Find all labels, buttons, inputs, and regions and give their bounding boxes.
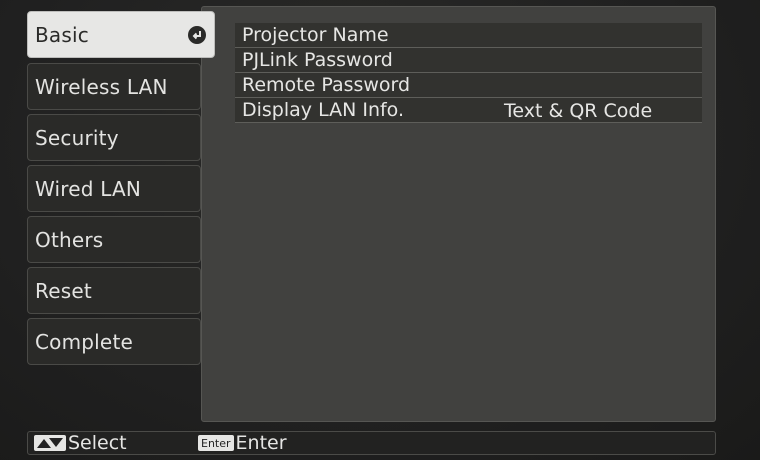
setting-label: Display LAN Info. <box>242 99 405 121</box>
setting-row-pjlink-password[interactable]: PJLink Password <box>235 48 702 73</box>
sidebar-item-wired-lan[interactable]: Wired LAN <box>27 165 201 212</box>
select-hint: Select <box>34 432 127 454</box>
up-down-arrows-icon <box>34 435 66 451</box>
sidebar-item-others[interactable]: Others <box>27 216 201 263</box>
setting-label: PJLink Password <box>242 49 393 71</box>
settings-list: Projector Name PJLink Password Remote Pa… <box>235 23 702 123</box>
setting-value: Text & QR Code <box>504 99 653 122</box>
sidebar-item-label: Security <box>35 125 119 150</box>
setting-label: Projector Name <box>242 24 389 46</box>
projector-menu-screen: Basic Wireless LAN Security Wired LAN Ot… <box>0 0 760 460</box>
sidebar-item-label: Wireless LAN <box>35 74 168 99</box>
sidebar-item-label: Reset <box>35 278 92 303</box>
enter-hint-label: Enter <box>235 432 287 454</box>
setting-row-projector-name[interactable]: Projector Name <box>235 23 702 48</box>
sidebar-item-security[interactable]: Security <box>27 114 201 161</box>
select-hint-label: Select <box>68 432 127 454</box>
sidebar-item-label: Basic <box>35 22 89 47</box>
setting-row-remote-password[interactable]: Remote Password <box>235 73 702 98</box>
sidebar-item-reset[interactable]: Reset <box>27 267 201 314</box>
sidebar-item-complete[interactable]: Complete <box>27 318 201 365</box>
footer-hint-bar: Select Enter Enter <box>27 431 716 455</box>
sidebar-item-label: Complete <box>35 329 133 354</box>
setting-row-display-lan-info[interactable]: Display LAN Info. Text & QR Code <box>235 98 702 123</box>
setting-label: Remote Password <box>242 74 411 96</box>
sidebar-item-label: Wired LAN <box>35 176 142 201</box>
enter-arrow-icon <box>188 26 206 44</box>
sidebar-item-basic[interactable]: Basic <box>27 11 215 58</box>
sidebar-item-wireless-lan[interactable]: Wireless LAN <box>27 63 201 110</box>
enter-hint: Enter Enter <box>198 432 287 454</box>
sidebar-item-label: Others <box>35 227 104 252</box>
settings-panel: Projector Name PJLink Password Remote Pa… <box>201 6 716 422</box>
enter-key-icon: Enter <box>198 435 234 451</box>
